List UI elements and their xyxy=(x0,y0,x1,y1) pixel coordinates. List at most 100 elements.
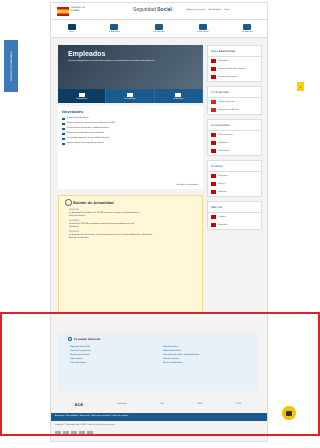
sidebar-item-label: Cita previa xyxy=(218,175,228,177)
tab-trabajadores[interactable]: Trabajadores xyxy=(58,89,107,103)
hero-text: Personas trabajadoras por cuenta ajena o… xyxy=(68,60,155,62)
gov-label: GOBIERNO DE ESPAÑA xyxy=(71,7,86,12)
boletin-item-title: Datos de afiliación xyxy=(69,215,86,217)
bullet-icon xyxy=(62,137,65,140)
comunicacion-block: Comunicación Notas de prensa Estadística… xyxy=(207,119,262,156)
sidebar-item-label: Oficinas xyxy=(218,183,226,185)
sede-block: Sede Electrónica Vida laboral Informe de… xyxy=(207,45,262,82)
tab-label: Trabajadores xyxy=(75,97,88,100)
sidebar-item[interactable]: Cálculo de pensión xyxy=(208,98,261,106)
nav-item-ciudadanos[interactable]: Ciudadanos xyxy=(242,24,252,33)
sidebar-item-label: Estadísticas xyxy=(218,142,229,144)
boletin-title: Boletín de Actualidad xyxy=(65,199,198,206)
sidebar-item[interactable]: Vida laboral xyxy=(208,57,261,65)
sidebar-item-label: Trámites xyxy=(218,216,226,218)
boletin-section: Boletín de Actualidad 23/05/2023 La Segu… xyxy=(58,195,203,313)
press-icon xyxy=(211,133,216,137)
top-link-language[interactable]: Idioma xyxy=(224,9,230,11)
top-link-register[interactable]: Registrarse y acceder xyxy=(186,9,205,11)
list-item[interactable]: Consulta de vida laboral xyxy=(62,117,199,120)
tu-seguridad-title[interactable]: Tu Seguridad xyxy=(208,87,261,98)
bullet-icon xyxy=(62,127,65,130)
calendar-icon xyxy=(211,174,216,178)
top-link-accessibility[interactable]: Accesibilidad xyxy=(209,9,221,11)
sidebar-item-label: Teléfonos xyxy=(218,191,227,193)
comunicacion-title[interactable]: Comunicación xyxy=(208,120,261,131)
simulator-icon xyxy=(211,108,216,112)
nav-item-empresarios[interactable]: Empresarios xyxy=(198,24,209,33)
sidebar-item[interactable]: Simulador de jubilación xyxy=(208,106,261,114)
stats-icon xyxy=(211,141,216,145)
list-item[interactable]: Prestación por nacimiento y cuidado del … xyxy=(62,127,199,130)
document-icon xyxy=(211,67,216,71)
profile-tabs: Trabajadores Pensionistas Ciudadanos xyxy=(58,89,203,103)
topbar: GOBIERNO DE ESPAÑA Seguridad Social Regi… xyxy=(51,3,267,20)
sidebar-item-label: Notas de prensa xyxy=(218,134,233,136)
sidebar-item[interactable]: Oficinas xyxy=(208,180,261,188)
atencion-side-tab[interactable]: Atención al ciudadano xyxy=(4,40,18,92)
folder-icon xyxy=(211,215,216,219)
bullet-icon xyxy=(62,132,65,135)
boletin-item-title: Atención al ciudadano xyxy=(69,237,89,239)
feedback-flag[interactable]: + xyxy=(297,82,304,91)
sidebar-item-label: Informe de pensiones xyxy=(218,76,238,78)
sidebar-item[interactable]: Estadísticas xyxy=(208,139,261,147)
sidebar-item[interactable]: Teléfonos xyxy=(208,188,261,196)
tab-pensionistas[interactable]: Pensionistas xyxy=(106,89,155,103)
news-text: Consulta de vida laboral xyxy=(67,117,89,119)
main-nav: Inicio Trabajadores Pensionistas Empresa… xyxy=(51,20,267,38)
sidebar-item-label: Simulador de jubilación xyxy=(218,109,239,111)
bullet-icon xyxy=(62,117,65,120)
list-item[interactable]: Nuevo sistema de cotización para autónom… xyxy=(62,122,199,125)
list-item[interactable]: 15/05/2023 La Seguridad Social refuerza … xyxy=(69,231,192,240)
pension-icon xyxy=(154,24,163,30)
list-item[interactable]: 19/05/2023 Un total de 1.250.000 pension… xyxy=(69,220,192,229)
mas-info-title[interactable]: Más info. xyxy=(208,202,261,213)
news-text: Ingreso mínimo vital: requisitos y solic… xyxy=(67,142,104,144)
document-icon xyxy=(211,75,216,79)
building-icon xyxy=(211,182,216,186)
tu-seguridad-block: Tu Seguridad Cálculo de pensión Simulado… xyxy=(207,86,262,115)
sidebar-item[interactable]: Informe de pensiones xyxy=(208,73,261,81)
nav-item-pensionistas[interactable]: Pensionistas xyxy=(153,24,165,33)
novedades-more-link[interactable]: Ver todas las novedades xyxy=(176,184,198,186)
news-text: Solicitud de cambio de base de cotizació… xyxy=(67,132,105,134)
brand-name: Social xyxy=(157,7,172,13)
phone-icon xyxy=(211,190,216,194)
hero-banner[interactable]: Empleados Personas trabajadoras por cuen… xyxy=(58,45,203,89)
home-icon xyxy=(67,24,76,30)
nav-label: Trabajadores xyxy=(108,31,121,33)
video-icon xyxy=(175,92,182,97)
citizen-icon xyxy=(243,24,252,30)
list-item[interactable]: Solicitud de cambio de base de cotizació… xyxy=(62,132,199,135)
sidebar-item-label: Normativa xyxy=(218,224,228,226)
nav-label: Empresarios xyxy=(197,31,209,33)
sidebar-item[interactable]: Publicaciones xyxy=(208,147,261,155)
list-item[interactable]: Incapacidad temporal: nuevos modelos de … xyxy=(62,137,199,140)
sidebar-item[interactable]: Trámites xyxy=(208,213,261,221)
nav-item-trabajadores[interactable]: Trabajadores xyxy=(108,24,121,33)
sidebar-item[interactable]: Cita previa xyxy=(208,172,261,180)
bullet-icon xyxy=(62,122,65,125)
nav-item-inicio[interactable]: Inicio xyxy=(67,24,76,33)
novedades-title: Novedades xyxy=(62,109,84,114)
book-icon xyxy=(211,149,216,153)
worker-icon xyxy=(110,24,119,30)
novedades-section: Novedades Consulta de vida laboral Nuevo… xyxy=(58,106,203,189)
sidebar-item[interactable]: Notas de prensa xyxy=(208,131,261,139)
list-item[interactable]: Ingreso mínimo vital: requisitos y solic… xyxy=(62,142,199,145)
sede-title[interactable]: Sede Electrónica xyxy=(208,46,261,57)
diamond-icon xyxy=(126,92,133,97)
sidebar-item-label: Vida laboral xyxy=(218,60,229,62)
brand-logo[interactable]: Seguridad Social xyxy=(133,7,172,13)
sidebar-item[interactable]: Normativa xyxy=(208,221,261,229)
contacto-title[interactable]: Contacto xyxy=(208,161,261,172)
nav-label: Pensionistas xyxy=(153,31,165,33)
tab-ciudadanos[interactable]: Ciudadanos xyxy=(154,89,203,103)
list-item[interactable]: 23/05/2023 La Seguridad Social afilia a … xyxy=(69,209,192,218)
bullet-icon xyxy=(62,142,65,145)
brand-prefix: Seguridad xyxy=(133,7,158,13)
business-icon xyxy=(199,24,208,30)
contacto-block: Contacto Cita previa Oficinas Teléfonos xyxy=(207,160,262,197)
sidebar-item[interactable]: Informe de bases de cotización xyxy=(208,65,261,73)
